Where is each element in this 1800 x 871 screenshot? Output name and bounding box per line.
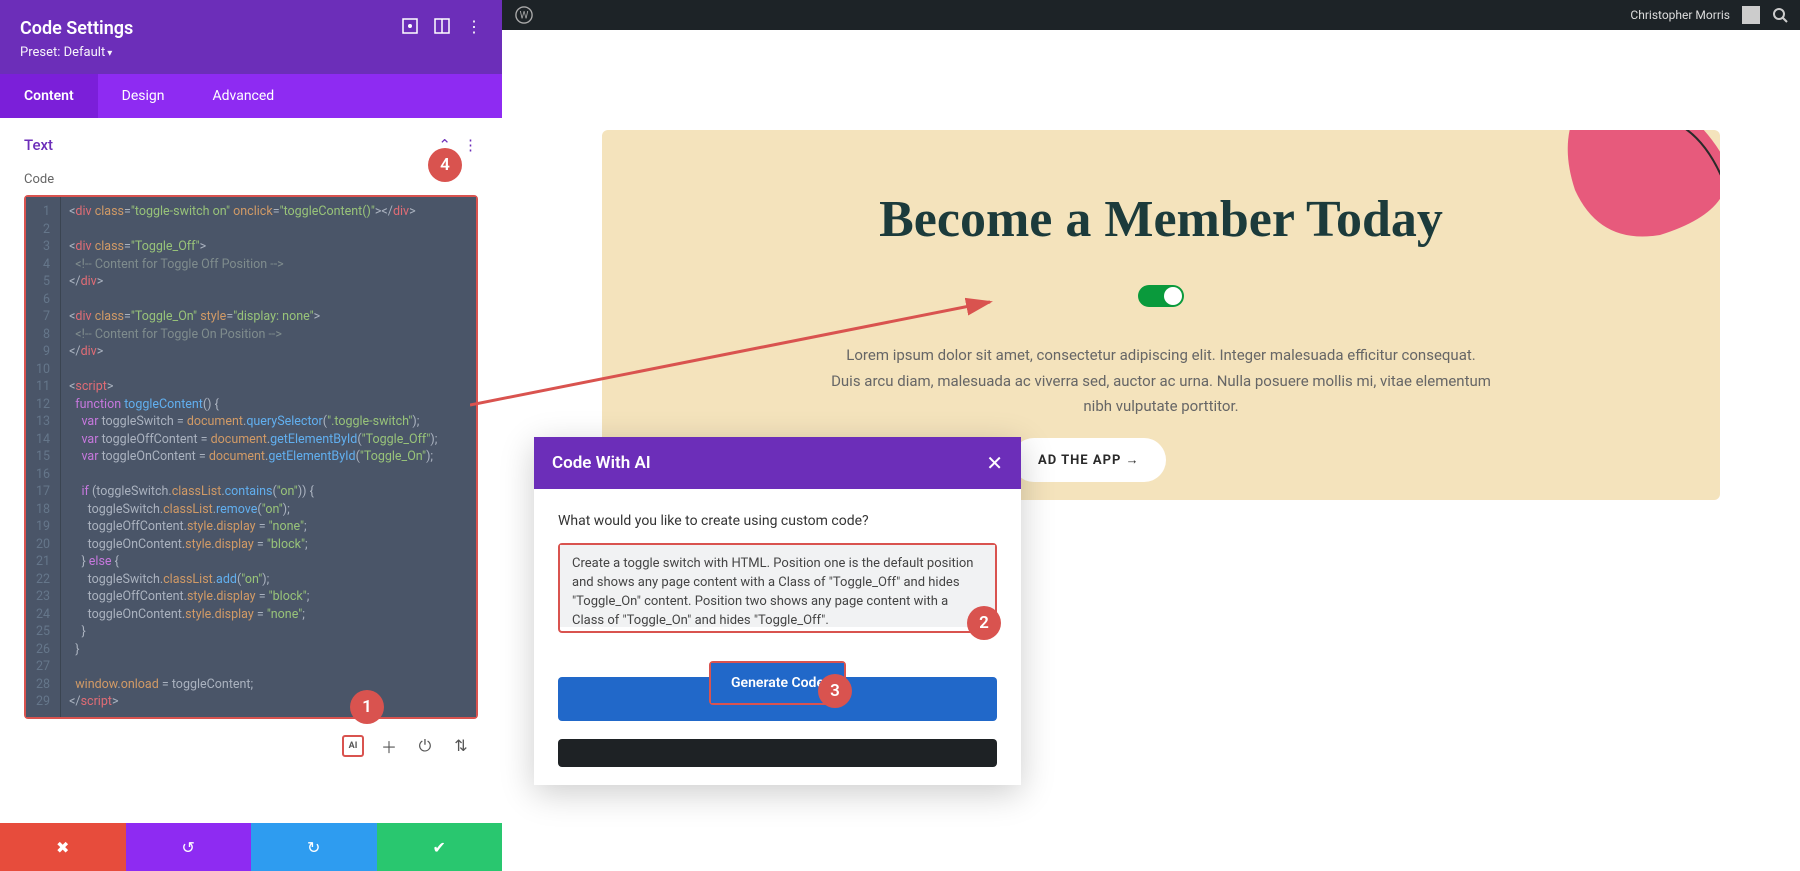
ai-button[interactable]: AI	[342, 735, 364, 757]
tab-advanced[interactable]: Advanced	[189, 74, 299, 118]
prompt-textarea-highlight	[558, 543, 997, 633]
section-kebab-icon[interactable]: ⋮	[463, 136, 478, 154]
settings-sidebar: Code Settings Preset: Default▾ ⋮ Content…	[0, 0, 502, 871]
settings-tabs: Content Design Advanced	[0, 74, 502, 118]
save-button[interactable]: ✔	[377, 823, 503, 871]
hero-description: Lorem ipsum dolor sit amet, consectetur …	[831, 343, 1491, 420]
cancel-button[interactable]: ✖	[0, 823, 126, 871]
avatar[interactable]	[1742, 6, 1760, 24]
annotation-badge-4: 4	[428, 148, 462, 182]
svg-text:W: W	[520, 11, 529, 22]
layout-icon[interactable]	[434, 18, 450, 34]
annotation-badge-2: 2	[967, 606, 1001, 640]
section-title-label: Text	[24, 136, 53, 154]
wordpress-admin-bar[interactable]: W Christopher Morris	[502, 0, 1800, 30]
search-icon[interactable]	[1772, 7, 1788, 23]
kebab-icon[interactable]: ⋮	[466, 18, 482, 34]
toggle-switch[interactable]	[1138, 285, 1184, 307]
modal-header: Code With AI ✕	[534, 437, 1021, 489]
code-toolbar: AI ＋ ⏻ ⇅	[0, 729, 502, 767]
code-output-preview	[558, 739, 997, 767]
power-icon[interactable]: ⏻	[414, 735, 436, 757]
panel-footer: ✖ ↺ ↻ ✔	[0, 823, 502, 871]
download-app-button[interactable]: AD THE APP →	[1012, 438, 1166, 482]
panel-header: Code Settings Preset: Default▾ ⋮	[0, 0, 502, 74]
toggle-knob	[1164, 287, 1182, 305]
wp-user-name[interactable]: Christopher Morris	[1630, 8, 1730, 22]
decorative-shape	[1550, 130, 1720, 245]
annotation-badge-3: 3	[818, 674, 852, 708]
modal-title: Code With AI	[552, 453, 651, 473]
caret-down-icon: ▾	[107, 48, 112, 59]
sort-icon[interactable]: ⇅	[450, 735, 472, 757]
hero-title: Become a Member Today	[662, 190, 1660, 249]
add-icon[interactable]: ＋	[378, 735, 400, 757]
prompt-textarea[interactable]	[560, 545, 995, 627]
close-icon[interactable]: ✕	[986, 451, 1003, 475]
undo-button[interactable]: ↺	[126, 823, 252, 871]
target-icon[interactable]	[402, 18, 418, 34]
modal-prompt-label: What would you like to create using cust…	[558, 513, 997, 529]
code-with-ai-modal: Code With AI ✕ What would you like to cr…	[534, 437, 1021, 785]
code-content[interactable]: <div class="toggle-switch on" onclick="t…	[61, 197, 476, 717]
tab-content[interactable]: Content	[0, 74, 98, 118]
tab-design[interactable]: Design	[98, 74, 189, 118]
wordpress-logo-icon[interactable]: W	[514, 5, 534, 25]
redo-button[interactable]: ↻	[251, 823, 377, 871]
code-editor-highlight: 1234567891011121314151617181920212223242…	[24, 195, 478, 719]
code-editor[interactable]: 1234567891011121314151617181920212223242…	[26, 197, 476, 717]
preset-selector[interactable]: Preset: Default▾	[20, 45, 482, 60]
line-number-gutter: 1234567891011121314151617181920212223242…	[26, 197, 61, 717]
text-section: Text ⌃ ⋮	[0, 118, 502, 162]
annotation-badge-1: 1	[350, 690, 384, 724]
